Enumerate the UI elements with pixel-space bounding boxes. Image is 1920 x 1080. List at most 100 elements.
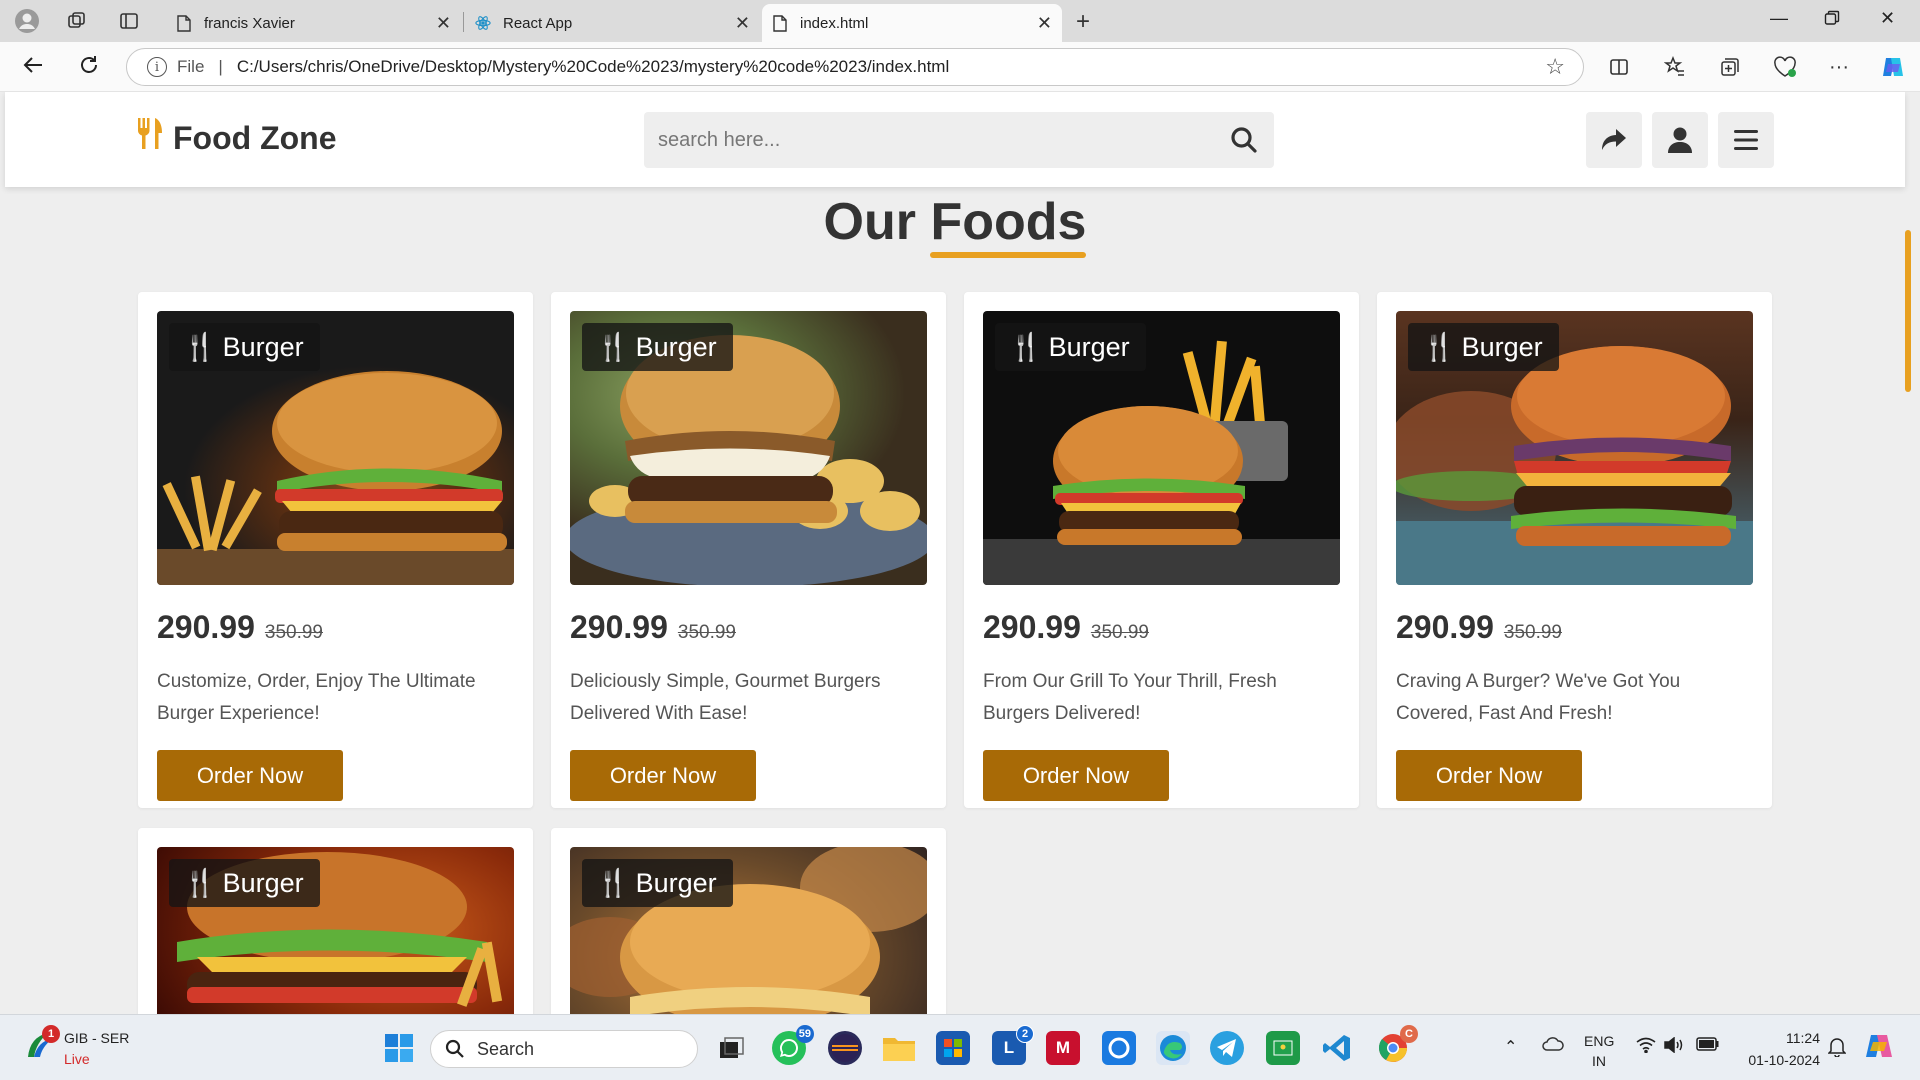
page-icon	[772, 14, 788, 32]
tab-title: index.html	[800, 14, 869, 32]
windows-taskbar: 1 GIB - SER Live Search 59 L 2 M C ⌃ ENG…	[0, 1014, 1920, 1080]
more-menu-icon[interactable]: ···	[1824, 52, 1854, 82]
utensils-icon: 🍴	[596, 332, 630, 362]
vscode-icon[interactable]	[1320, 1031, 1354, 1065]
chevron-up-icon[interactable]: ⌃	[1504, 1037, 1517, 1057]
weather-widget-icon[interactable]: 1	[22, 1025, 60, 1065]
address-bar[interactable]: i File | C:/Users/chris/OneDrive/Desktop…	[126, 48, 1584, 86]
close-window-icon[interactable]: ✕	[1880, 8, 1895, 29]
order-now-button[interactable]: Order Now	[1396, 750, 1582, 801]
browser-essentials-icon[interactable]	[1770, 52, 1800, 82]
food-card: 🍴 Burger 290.99 350.99 Deliciously Simple…	[551, 292, 946, 808]
food-image: 🍴 Burger	[570, 847, 927, 1014]
search-input[interactable]	[658, 128, 1198, 152]
original-price: 350.99	[1503, 622, 1562, 643]
windows-start-icon[interactable]	[382, 1031, 416, 1065]
price-row: 290.99 350.99	[1396, 609, 1753, 646]
tab-index-html[interactable]: index.html ✕	[762, 4, 1062, 42]
favorite-star-icon[interactable]: ☆	[1545, 54, 1565, 80]
food-description: Customize, Order, Enjoy The Ultimate Bur…	[157, 671, 476, 724]
heading-plain: Our	[823, 193, 931, 251]
refresh-icon[interactable]	[78, 54, 100, 82]
category-label: Burger	[1461, 331, 1543, 362]
utensils-icon: 🍴	[183, 332, 217, 362]
l-app-icon[interactable]: L 2	[992, 1025, 1034, 1065]
volume-icon[interactable]	[1664, 1036, 1684, 1056]
search-icon[interactable]	[1230, 126, 1258, 159]
workspaces-icon[interactable]	[64, 8, 90, 34]
tab-title: React App	[503, 14, 573, 32]
mcafee-icon[interactable]: M	[1046, 1031, 1080, 1065]
copilot-taskbar-icon[interactable]	[1864, 1031, 1894, 1064]
battery-icon[interactable]	[1696, 1037, 1720, 1054]
minimize-icon[interactable]: —	[1770, 8, 1788, 29]
category-label: Burger	[635, 867, 717, 898]
tab-title: francis Xavier	[204, 14, 295, 32]
vertical-tabs-icon[interactable]	[116, 8, 142, 34]
copilot-icon[interactable]	[1878, 52, 1908, 82]
l-app-badge: 2	[1016, 1025, 1034, 1043]
hamburger-menu-icon	[1734, 130, 1758, 150]
url-text[interactable]: C:/Users/chris/OneDrive/Desktop/Mystery%…	[237, 57, 949, 77]
new-tab-plus-icon[interactable]: +	[1076, 8, 1090, 36]
browser-toolbar: i File | C:/Users/chris/OneDrive/Desktop…	[0, 42, 1920, 92]
google-classroom-icon[interactable]	[1266, 1031, 1300, 1065]
share-icon	[1602, 129, 1626, 150]
info-icon[interactable]: i	[147, 57, 167, 77]
original-price: 350.99	[677, 622, 736, 643]
site-header: Food Zone	[5, 92, 1905, 187]
close-icon[interactable]: ✕	[436, 13, 451, 34]
notification-bell-icon[interactable]	[1827, 1037, 1847, 1060]
tab-react-app[interactable]: React App ✕	[465, 4, 760, 42]
microsoft-store-icon[interactable]	[936, 1031, 970, 1065]
clock-date[interactable]: 01-10-2024	[1736, 1052, 1820, 1068]
chrome-profile-badge: C	[1400, 1025, 1418, 1043]
order-now-button[interactable]: Order Now	[983, 750, 1169, 801]
page-viewport: Food Zone Our Foods	[0, 92, 1920, 1014]
telegram-icon[interactable]	[1210, 1031, 1244, 1065]
order-now-button[interactable]: Order Now	[570, 750, 756, 801]
order-now-button[interactable]: Order Now	[157, 750, 343, 801]
taskbar-search-box[interactable]: Search	[430, 1030, 698, 1068]
food-card: 🍴 Burger	[138, 828, 533, 1014]
eclipse-icon[interactable]	[828, 1031, 862, 1065]
favorites-icon[interactable]	[1660, 52, 1690, 82]
task-view-icon[interactable]	[716, 1031, 750, 1065]
category-label: Burger	[222, 331, 304, 362]
category-badge: 🍴 Burger	[169, 859, 320, 907]
share-button[interactable]	[1586, 112, 1642, 168]
address-divider: |	[218, 57, 223, 76]
food-description: Craving A Burger? We've Got You Covered,…	[1396, 671, 1681, 724]
wifi-icon[interactable]	[1636, 1037, 1656, 1056]
browser-tab-bar: francis Xavier ✕ React App ✕ index.html …	[0, 0, 1920, 42]
language-bottom[interactable]: IN	[1592, 1053, 1606, 1069]
clock-time[interactable]: 11:24	[1742, 1030, 1820, 1046]
user-button[interactable]	[1652, 112, 1708, 168]
food-image: 🍴 Burger	[157, 847, 514, 1014]
site-search	[644, 112, 1274, 168]
edge-browser-icon[interactable]	[1156, 1031, 1190, 1065]
current-price: 290.99	[983, 609, 1081, 645]
chrome-icon[interactable]: C	[1376, 1025, 1418, 1065]
close-icon[interactable]: ✕	[735, 13, 750, 34]
site-logo[interactable]: Food Zone	[137, 118, 337, 158]
page-scrollbar[interactable]	[1905, 230, 1911, 392]
category-badge: 🍴 Burger	[995, 323, 1146, 371]
utensils-icon: 🍴	[596, 868, 630, 898]
onedrive-cloud-icon[interactable]	[1542, 1037, 1564, 1054]
back-arrow-icon[interactable]	[22, 54, 44, 82]
profile-icon[interactable]	[14, 8, 40, 34]
file-explorer-icon[interactable]	[882, 1031, 916, 1065]
weather-badge: 1	[42, 1025, 60, 1043]
menu-button[interactable]	[1718, 112, 1774, 168]
alexa-icon[interactable]	[1102, 1031, 1136, 1065]
collections-icon[interactable]	[1715, 52, 1745, 82]
close-icon[interactable]: ✕	[1037, 13, 1052, 34]
food-card: 🍴 Burger 290.99 350.99 Craving A Burger? …	[1377, 292, 1772, 808]
split-screen-icon[interactable]	[1604, 52, 1634, 82]
whatsapp-icon[interactable]: 59	[772, 1025, 814, 1065]
restore-icon[interactable]	[1824, 10, 1840, 31]
language-top[interactable]: ENG	[1584, 1033, 1614, 1049]
tab-francis-xavier[interactable]: francis Xavier ✕	[166, 4, 461, 42]
react-icon	[475, 14, 491, 32]
